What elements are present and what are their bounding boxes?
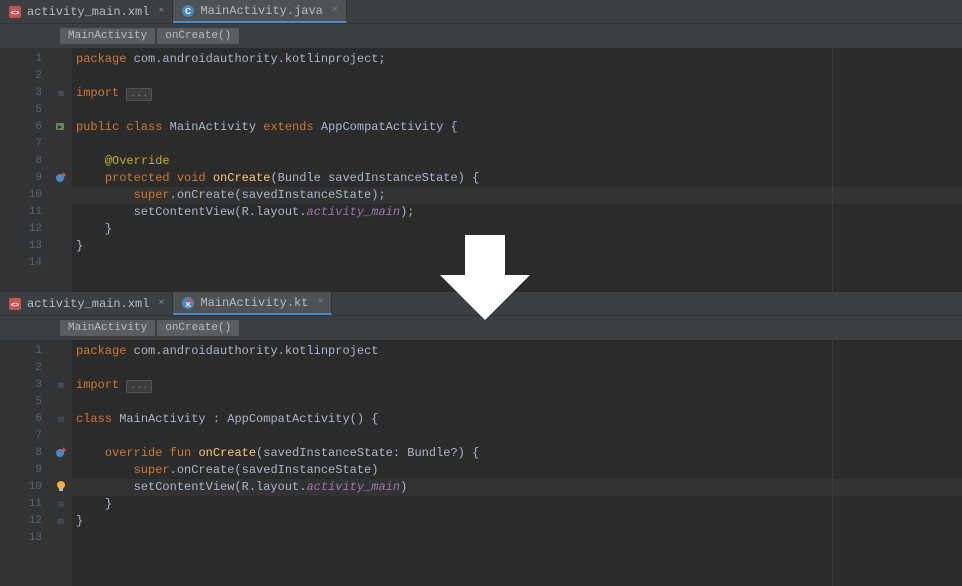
- line-number: 10: [0, 479, 50, 496]
- xml-file-icon: <>: [8, 297, 22, 311]
- line-number: 5: [0, 102, 50, 119]
- editor-body-bottom[interactable]: 1 2 3 5 6 7 8 9 10 11 12 13 ⊞ ⊟: [0, 340, 962, 586]
- line-number: 3: [0, 85, 50, 102]
- line-number: 11: [0, 204, 50, 221]
- line-number: 6: [0, 119, 50, 136]
- close-icon[interactable]: ×: [154, 298, 164, 309]
- android-run-icon[interactable]: [55, 120, 67, 136]
- line-number: 9: [0, 170, 50, 187]
- import-fold[interactable]: ...: [126, 380, 152, 393]
- line-number-gutter: 1 2 3 5 6 7 8 9 10 11 12 13: [0, 340, 50, 586]
- line-number: 11: [0, 496, 50, 513]
- conversion-arrow-icon: [440, 235, 530, 324]
- tab-label: activity_main.xml: [27, 297, 149, 311]
- line-number: 1: [0, 343, 50, 360]
- line-number: 8: [0, 153, 50, 170]
- fold-close-icon[interactable]: ⊟: [58, 517, 63, 527]
- line-number: 13: [0, 530, 50, 547]
- override-marker-icon[interactable]: [55, 446, 67, 462]
- gutter-icons: ⊞ ⊟ ⊟ ⊟: [50, 340, 72, 586]
- tab-label: MainActivity.kt: [200, 296, 308, 310]
- line-number: 12: [0, 221, 50, 238]
- right-margin-line: [832, 48, 833, 292]
- intention-bulb-icon[interactable]: [55, 480, 67, 496]
- java-class-icon: C: [181, 4, 195, 18]
- tab-mainactivity-kt[interactable]: K MainActivity.kt ×: [173, 292, 332, 315]
- gutter-icons: ⊞: [50, 48, 72, 292]
- line-number: 10: [0, 187, 50, 204]
- tab-label: activity_main.xml: [27, 5, 149, 19]
- line-number: 8: [0, 445, 50, 462]
- line-number: 9: [0, 462, 50, 479]
- fold-minus-icon[interactable]: ⊟: [58, 415, 63, 425]
- kotlin-editor-section: <> activity_main.xml × K MainActivity.kt…: [0, 292, 962, 586]
- line-number: 6: [0, 411, 50, 428]
- tab-activity-main-xml[interactable]: <> activity_main.xml ×: [0, 292, 173, 315]
- close-icon[interactable]: ×: [328, 5, 338, 16]
- close-icon[interactable]: ×: [313, 297, 323, 308]
- fold-plus-icon[interactable]: ⊞: [58, 89, 63, 99]
- line-number: 1: [0, 51, 50, 68]
- line-number: 3: [0, 377, 50, 394]
- line-number: 13: [0, 238, 50, 255]
- breadcrumb[interactable]: MainActivity: [60, 320, 155, 336]
- tab-bar-top: <> activity_main.xml × C MainActivity.ja…: [0, 0, 962, 24]
- breadcrumb[interactable]: MainActivity: [60, 28, 155, 44]
- line-number: 7: [0, 136, 50, 153]
- close-icon[interactable]: ×: [154, 6, 164, 17]
- tab-mainactivity-java[interactable]: C MainActivity.java ×: [173, 0, 346, 23]
- svg-text:C: C: [186, 7, 192, 16]
- breadcrumb[interactable]: onCreate(): [157, 320, 239, 336]
- code-text-area[interactable]: package com.androidauthority.kotlinproje…: [72, 340, 962, 586]
- fold-close-icon[interactable]: ⊟: [58, 500, 63, 510]
- fold-plus-icon[interactable]: ⊞: [58, 381, 63, 391]
- xml-file-icon: <>: [8, 5, 22, 19]
- kotlin-file-icon: K: [181, 296, 195, 310]
- breadcrumb[interactable]: onCreate(): [157, 28, 239, 44]
- right-margin-line: [832, 340, 833, 586]
- tab-label: MainActivity.java: [200, 4, 322, 18]
- svg-text:<>: <>: [11, 302, 19, 309]
- override-marker-icon[interactable]: [55, 171, 67, 187]
- breadcrumb-bar-top: MainActivity onCreate(): [0, 24, 962, 48]
- line-number: 2: [0, 68, 50, 85]
- line-number: 5: [0, 394, 50, 411]
- svg-text:<>: <>: [11, 10, 19, 17]
- svg-text:K: K: [186, 302, 191, 309]
- import-fold[interactable]: ...: [126, 88, 152, 101]
- line-number-gutter: 1 2 3 5 6 7 8 9 10 11 12 13 14: [0, 48, 50, 292]
- tab-activity-main-xml[interactable]: <> activity_main.xml ×: [0, 0, 173, 23]
- line-number: 7: [0, 428, 50, 445]
- line-number: 2: [0, 360, 50, 377]
- line-number: 12: [0, 513, 50, 530]
- line-number: 14: [0, 255, 50, 272]
